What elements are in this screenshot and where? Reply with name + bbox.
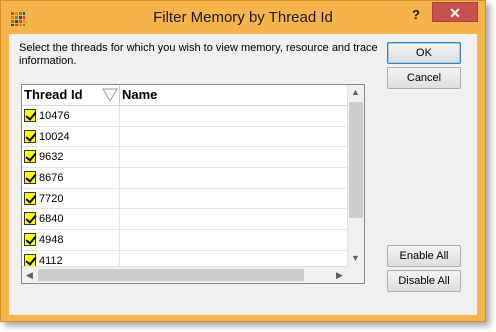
scroll-left-icon[interactable]: ◀ (22, 268, 37, 283)
thread-grid: Thread Id Name 10476 10024 9632 8676 772… (21, 84, 365, 284)
table-row[interactable]: 9632 (22, 147, 348, 169)
row-checkbox[interactable] (24, 253, 36, 267)
row-checkbox[interactable] (24, 191, 36, 205)
thread-id-cell: 9632 (39, 151, 64, 164)
title-bar[interactable]: Filter Memory by Thread Id ? ✕ (1, 1, 485, 35)
row-checkbox[interactable] (24, 109, 36, 122)
grid-rows: 10476 10024 9632 8676 7720 6840 4948 411… (22, 106, 348, 272)
vertical-scroll-thumb[interactable] (349, 102, 363, 218)
table-row[interactable]: 7720 (22, 188, 348, 210)
filter-memory-dialog: Filter Memory by Thread Id ? ✕ Select th… (0, 0, 486, 322)
scrollbar-corner (347, 266, 364, 283)
thread-id-cell: 7720 (39, 192, 64, 205)
instructions-text: Select the threads for which you wish to… (19, 42, 378, 67)
thread-id-cell: 8676 (39, 172, 64, 185)
table-row[interactable]: 8676 (22, 168, 348, 189)
thread-id-cell: 10024 (39, 130, 70, 143)
row-checkbox[interactable] (24, 171, 36, 185)
ok-button[interactable]: OK (387, 42, 461, 64)
table-row[interactable]: 10476 (22, 106, 348, 127)
horizontal-scrollbar[interactable]: ◀ ▶ (22, 266, 364, 283)
row-checkbox[interactable] (24, 233, 36, 247)
column-header-thread-id[interactable]: Thread Id (22, 85, 120, 105)
row-checkbox[interactable] (24, 212, 36, 226)
help-button[interactable]: ? (403, 5, 429, 25)
thread-id-cell: 6840 (39, 213, 64, 226)
enable-all-button[interactable]: Enable All (387, 245, 461, 267)
close-button[interactable]: ✕ (432, 2, 478, 22)
thread-id-cell: 10476 (39, 110, 70, 122)
sort-triangle-icon (102, 88, 118, 102)
vertical-scrollbar[interactable]: ▲ ▼ (347, 85, 364, 266)
thread-id-cell: 4112 (39, 254, 63, 267)
grid-header: Thread Id Name (22, 85, 348, 106)
disable-all-button[interactable]: Disable All (387, 270, 461, 292)
column-label-name: Name (122, 87, 158, 102)
scroll-down-icon[interactable]: ▼ (348, 251, 363, 266)
row-checkbox[interactable] (24, 129, 36, 143)
table-row[interactable]: 4948 (22, 230, 348, 251)
column-header-name[interactable]: Name (120, 85, 348, 105)
table-row[interactable]: 6840 (22, 209, 348, 231)
horizontal-scroll-thumb[interactable] (38, 269, 304, 281)
scroll-right-icon[interactable]: ▶ (332, 268, 347, 283)
row-checkbox[interactable] (24, 150, 36, 164)
dialog-body: Select the threads for which you wish to… (9, 34, 477, 315)
column-label-thread-id: Thread Id (24, 87, 83, 102)
cancel-button[interactable]: Cancel (387, 67, 461, 89)
table-row[interactable]: 10024 (22, 126, 348, 148)
scroll-up-icon[interactable]: ▲ (348, 85, 363, 100)
thread-id-cell: 4948 (39, 234, 64, 247)
